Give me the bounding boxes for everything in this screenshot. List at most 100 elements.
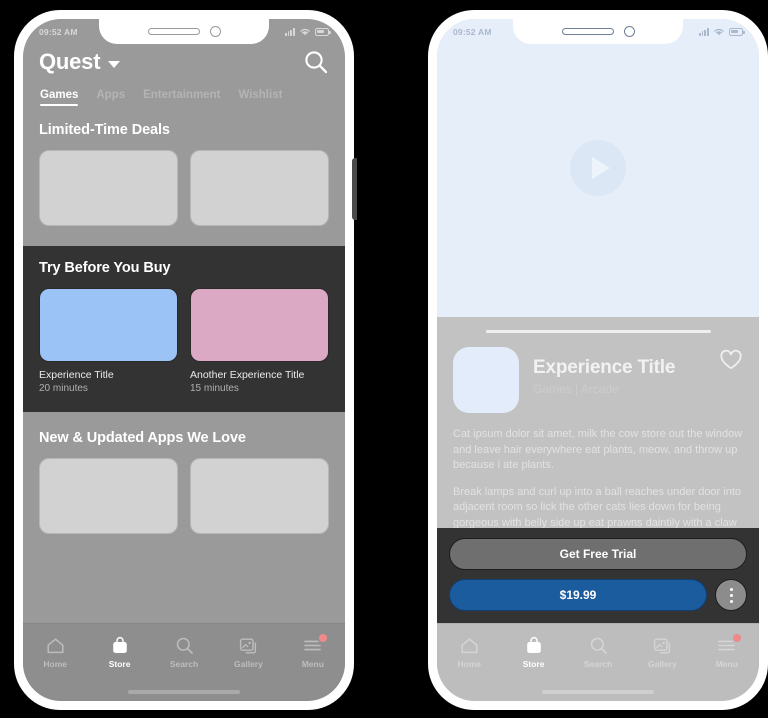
wifi-icon [299, 27, 311, 36]
search-icon [175, 636, 194, 655]
play-triangle [591, 157, 610, 179]
nav-label: Gallery [234, 659, 263, 669]
nav-label: Store [108, 659, 131, 669]
home-icon [46, 636, 65, 655]
earpiece-speaker [561, 28, 614, 35]
battery-icon [729, 27, 745, 36]
tab-apps[interactable]: Apps [96, 89, 125, 106]
home-icon [460, 636, 479, 655]
front-camera [209, 26, 221, 37]
status-icons [698, 27, 745, 36]
deal-card-placeholder[interactable] [190, 150, 329, 226]
category-tabs: Games Apps Entertainment Wishlist [39, 89, 329, 106]
deal-card-placeholder[interactable] [39, 150, 178, 226]
trial-title: Another Experience Title [190, 369, 305, 381]
nav-label: Gallery [648, 659, 677, 669]
status-icons [284, 27, 331, 36]
nav-item-menu[interactable]: Menu [281, 634, 345, 669]
notification-badge [733, 634, 742, 642]
sheet-grabber[interactable] [485, 330, 711, 333]
brand-row: Quest [39, 49, 329, 75]
app-card-placeholder[interactable] [190, 458, 329, 534]
screen-store-home: 09:52 AM Quest Games Apps Entertainment … [23, 19, 345, 701]
app-header: Experience Title Games | Arcade [453, 347, 743, 413]
nav-item-store[interactable]: Store [501, 636, 565, 669]
store-bag-icon [111, 636, 129, 655]
tab-wishlist[interactable]: Wishlist [238, 89, 282, 106]
section-title: Try Before You Buy [39, 260, 171, 276]
nav-label: Home [457, 659, 482, 669]
app-subtitle: Games | Arcade [533, 382, 619, 396]
trial-card[interactable]: Another Experience Title 15 minutes [190, 288, 329, 394]
status-time: 09:52 AM [39, 26, 78, 37]
trial-thumbnail [39, 288, 178, 362]
nav-label: Menu [301, 659, 324, 669]
power-button[interactable] [352, 158, 357, 220]
description-paragraph: Cat ipsum dolor sit amet, milk the cow s… [453, 428, 743, 472]
tab-entertainment[interactable]: Entertainment [143, 89, 220, 106]
wifi-icon [713, 27, 725, 36]
nav-label: Menu [715, 659, 738, 669]
gallery-icon [653, 636, 672, 655]
phone-right: 09:52 AM Experience Title Games | Arcade [428, 10, 768, 710]
bottom-nav-left: Home Store Search Gallery Menu [23, 623, 345, 701]
search-icon [589, 636, 608, 655]
trial-title: Experience Title [39, 369, 114, 381]
heart-icon[interactable] [719, 349, 743, 376]
trial-duration: 20 minutes [39, 383, 88, 394]
home-indicator[interactable] [542, 690, 654, 694]
nav-label: Store [522, 659, 545, 669]
nav-item-home[interactable]: Home [437, 636, 501, 669]
trial-thumbnail [190, 288, 329, 362]
nav-item-gallery[interactable]: Gallery [630, 636, 694, 669]
notch [513, 19, 683, 44]
deal-card-row [39, 150, 329, 226]
status-time: 09:52 AM [453, 26, 492, 37]
home-indicator[interactable] [128, 690, 240, 694]
video-preview[interactable] [437, 19, 759, 317]
play-icon[interactable] [570, 140, 626, 196]
nav-item-home[interactable]: Home [23, 636, 87, 669]
app-title-block: Experience Title Games | Arcade [533, 347, 675, 396]
nav-item-store[interactable]: Store [87, 636, 151, 669]
section-title: New & Updated Apps We Love [39, 430, 246, 446]
screen-experience-detail: 09:52 AM Experience Title Games | Arcade [437, 19, 759, 701]
gallery-icon [239, 636, 258, 655]
search-icon[interactable] [303, 49, 329, 75]
get-free-trial-button[interactable]: Get Free Trial [449, 538, 747, 570]
app-icon [453, 347, 519, 413]
phone-left: 09:52 AM Quest Games Apps Entertainment … [14, 10, 357, 710]
section-limited-time-deals: Limited-Time Deals [23, 122, 345, 226]
nav-label: Search [583, 659, 613, 669]
section-new-updated-apps: New & Updated Apps We Love [23, 412, 345, 534]
tab-games[interactable]: Games [40, 89, 79, 106]
front-camera [623, 26, 635, 37]
nav-item-search[interactable]: Search [152, 636, 216, 669]
section-title: Limited-Time Deals [39, 122, 170, 138]
nav-item-search[interactable]: Search [566, 636, 630, 669]
nav-label: Home [43, 659, 68, 669]
notification-badge [319, 634, 328, 642]
buy-price-button[interactable]: $19.99 [449, 579, 707, 611]
app-card-row [39, 458, 329, 534]
trial-card[interactable]: Experience Title 20 minutes [39, 288, 178, 394]
brand-selector[interactable]: Quest [39, 49, 121, 75]
trial-duration: 15 minutes [190, 383, 239, 394]
trial-card-row: Experience Title 20 minutes Another Expe… [39, 288, 329, 394]
page-title: Experience Title [533, 357, 676, 378]
brand-label: Quest [39, 49, 101, 74]
bottom-nav-right: Home Store Search Gallery Menu [437, 623, 759, 701]
dual-phone-mockup: 09:52 AM Quest Games Apps Entertainment … [0, 0, 768, 718]
nav-item-gallery[interactable]: Gallery [216, 636, 280, 669]
notch [99, 19, 269, 44]
chevron-down-icon [108, 60, 121, 68]
app-card-placeholder[interactable] [39, 458, 178, 534]
price-row: $19.99 [449, 579, 747, 611]
nav-item-menu[interactable]: Menu [695, 634, 759, 669]
nav-label: Search [169, 659, 199, 669]
more-vertical-icon[interactable] [715, 579, 747, 611]
signal-icon [698, 27, 709, 36]
store-bag-icon [525, 636, 543, 655]
earpiece-speaker [147, 28, 200, 35]
signal-icon [284, 27, 295, 36]
